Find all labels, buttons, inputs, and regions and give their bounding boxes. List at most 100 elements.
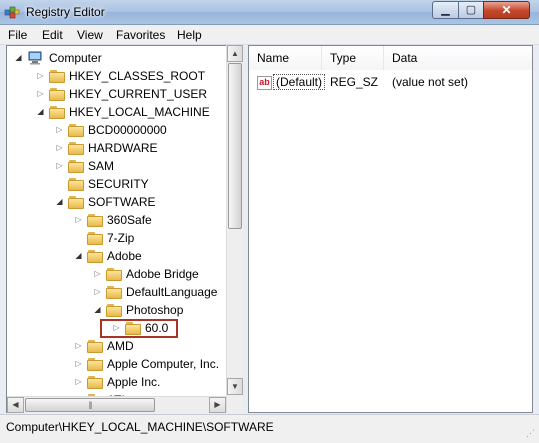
menu-edit[interactable]: Edit — [42, 28, 63, 42]
tree-node[interactable]: ▷ SAM — [7, 157, 227, 175]
tree-node-label: Apple Computer, Inc. — [107, 357, 220, 371]
tree-node[interactable]: SECURITY — [7, 175, 227, 193]
folder-icon — [87, 358, 103, 371]
folder-icon — [49, 70, 65, 83]
tree-node-label: 7-Zip — [107, 231, 135, 245]
collapsed-arrow-icon[interactable]: ▷ — [55, 161, 64, 170]
tree-node-label: Computer — [49, 51, 102, 65]
tree-node[interactable]: ▷ Apple Inc. — [7, 373, 227, 391]
tree-node[interactable]: ▷ BCD00000000 — [7, 121, 227, 139]
tree-node-label: Apple Inc. — [107, 375, 161, 389]
folder-icon — [68, 124, 84, 137]
tree-node-label: HKEY_LOCAL_MACHINE — [69, 105, 210, 119]
folder-icon — [87, 250, 103, 263]
tree-node[interactable]: ▷ Apple Computer, Inc. — [7, 355, 227, 373]
tree-node-label: Adobe — [107, 249, 142, 263]
tree-node[interactable]: ◢ Adobe — [7, 247, 227, 265]
tree-node[interactable]: ▷ HARDWARE — [7, 139, 227, 157]
tree-node-label: AMD — [107, 339, 134, 353]
folder-icon — [87, 340, 103, 353]
menu-favorites[interactable]: Favorites — [116, 28, 165, 42]
menu-file[interactable]: File — [8, 28, 27, 42]
tree-node[interactable]: ◢ Photoshop — [7, 301, 227, 319]
folder-icon — [68, 178, 84, 191]
arrow-right-icon: ▶ — [214, 400, 221, 409]
collapsed-arrow-icon[interactable]: ▷ — [36, 89, 45, 98]
tree-node-label: SECURITY — [88, 177, 149, 191]
collapsed-arrow-icon[interactable]: ▷ — [55, 143, 64, 152]
grip-icon: ||| — [88, 400, 92, 410]
tree-node[interactable]: ▷ HKEY_CURRENT_USER — [7, 85, 227, 103]
maximize-icon: ▢ — [465, 4, 477, 16]
tree-vertical-scrollbar[interactable]: ▲ ▼ — [226, 45, 243, 413]
window-title: Registry Editor — [26, 5, 105, 19]
column-header-data[interactable]: Data — [384, 46, 532, 70]
menu-view[interactable]: View — [77, 28, 103, 42]
scroll-right-button[interactable]: ▶ — [209, 397, 226, 413]
collapsed-arrow-icon[interactable]: ▷ — [74, 341, 83, 350]
value-data: (value not set) — [392, 75, 469, 89]
computer-icon — [28, 51, 42, 65]
tree-node[interactable]: ◢ HKEY_LOCAL_MACHINE — [7, 103, 227, 121]
tree-node-label: SAM — [88, 159, 115, 173]
tree-node-label: Photoshop — [126, 303, 184, 317]
arrow-down-icon: ▼ — [231, 382, 239, 391]
maximize-button[interactable]: ▢ — [458, 1, 484, 19]
close-icon: ✕ — [501, 3, 512, 17]
tree-node[interactable]: ▷ DefaultLanguage — [7, 283, 227, 301]
collapsed-arrow-icon[interactable]: ▷ — [55, 125, 64, 134]
tree-node[interactable]: ▷ 360Safe — [7, 211, 227, 229]
scroll-up-button[interactable]: ▲ — [227, 45, 243, 62]
collapsed-arrow-icon[interactable]: ▷ — [74, 377, 83, 386]
expanded-arrow-icon[interactable]: ◢ — [36, 107, 45, 116]
folder-icon — [68, 142, 84, 155]
minimize-button[interactable]: ▁ — [432, 1, 459, 19]
collapsed-arrow-icon[interactable]: ▷ — [36, 71, 45, 80]
expanded-arrow-icon[interactable]: ◢ — [93, 305, 102, 314]
string-value-icon: ab — [257, 76, 272, 90]
folder-icon — [87, 376, 103, 389]
expanded-arrow-icon[interactable]: ◢ — [74, 251, 83, 260]
collapsed-arrow-icon[interactable]: ▷ — [93, 287, 102, 296]
column-header-type[interactable]: Type — [322, 46, 384, 70]
menu-bar: File Edit View Favorites Help — [0, 25, 539, 45]
expanded-arrow-icon[interactable]: ◢ — [14, 53, 23, 62]
value-name: (Default) — [273, 74, 326, 90]
menu-help[interactable]: Help — [177, 28, 202, 42]
collapsed-arrow-icon[interactable]: ▷ — [74, 215, 83, 224]
tree-node-computer[interactable]: ◢ Computer — [7, 49, 227, 67]
expanded-arrow-icon[interactable]: ◢ — [55, 197, 64, 206]
tree-horizontal-scrollbar[interactable]: ◀ ||| ▶ — [7, 396, 226, 413]
tree-node-label: 360Safe — [107, 213, 152, 227]
tree-node[interactable]: 7-Zip — [7, 229, 227, 247]
folder-icon — [49, 106, 65, 119]
status-bar: Computer\HKEY_LOCAL_MACHINE\SOFTWARE ⋰ — [0, 414, 539, 443]
registry-editor-window: Registry Editor ▁ ▢ ✕ File Edit View Fav… — [0, 0, 539, 443]
collapsed-arrow-icon[interactable]: ▷ — [93, 269, 102, 278]
arrow-up-icon: ▲ — [231, 49, 239, 58]
title-bar[interactable]: Registry Editor ▁ ▢ ✕ — [0, 0, 539, 25]
tree-node-selected[interactable]: ◢ SOFTWARE — [7, 193, 227, 211]
resize-grip-icon[interactable]: ⋰ — [526, 428, 535, 439]
registry-values-list[interactable]: Name Type Data ab (Default) REG_SZ (valu… — [248, 45, 533, 413]
close-button[interactable]: ✕ — [483, 1, 530, 19]
scroll-left-button[interactable]: ◀ — [7, 397, 24, 413]
scroll-down-button[interactable]: ▼ — [227, 378, 243, 395]
tree-node[interactable]: ▷ AMD — [7, 337, 227, 355]
collapsed-arrow-icon[interactable]: ▷ — [74, 359, 83, 368]
arrow-left-icon: ◀ — [12, 400, 19, 409]
vertical-scroll-thumb[interactable] — [228, 63, 242, 229]
tree-node[interactable]: ▷ HKEY_CLASSES_ROOT — [7, 67, 227, 85]
tree-node[interactable]: ▷ Adobe Bridge — [7, 265, 227, 283]
tree-node-label: SOFTWARE — [88, 195, 156, 209]
tree-node-label: HKEY_CLASSES_ROOT — [69, 69, 206, 83]
tree-node-label: DefaultLanguage — [126, 285, 218, 299]
tree-node-label: Adobe Bridge — [126, 267, 199, 281]
registry-key-tree[interactable]: ◢ Computer ▷ HKEY_CLASSES_ROOT ▷ HKEY_CURRE… — [6, 45, 242, 413]
column-header-name[interactable]: Name — [249, 46, 322, 70]
folder-icon — [87, 232, 103, 245]
folder-icon — [49, 88, 65, 101]
folder-icon — [68, 196, 84, 209]
horizontal-scroll-thumb[interactable]: ||| — [25, 398, 155, 412]
value-type: REG_SZ — [330, 75, 379, 89]
